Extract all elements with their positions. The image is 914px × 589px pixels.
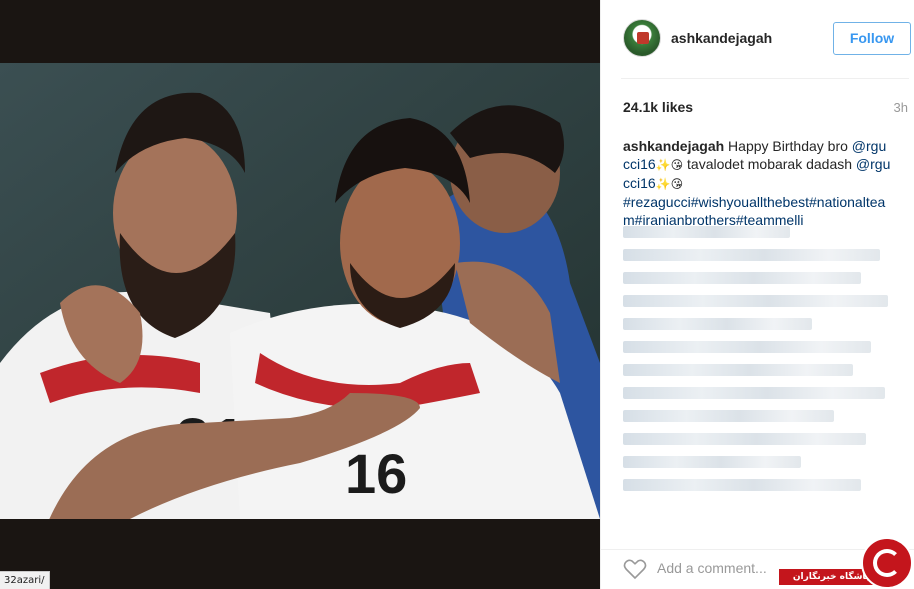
post-photo[interactable]: 21 16 bbox=[0, 63, 600, 519]
caption-hashtags[interactable]: #rezagucci#wishyouallthebest#nationaltea… bbox=[623, 194, 885, 228]
avatar-logo bbox=[637, 32, 649, 44]
caption-emoji: ✨😘 bbox=[655, 158, 684, 172]
caption-text: tavalodet mobarak dadash bbox=[683, 156, 856, 172]
caption-username[interactable]: ashkandejagah bbox=[623, 138, 724, 154]
avatar[interactable] bbox=[623, 19, 661, 57]
likes-count[interactable]: 24.1k likes bbox=[623, 99, 693, 115]
svg-text:16: 16 bbox=[345, 442, 407, 505]
blurred-comments bbox=[623, 226, 893, 526]
caption-text: Happy Birthday bro bbox=[724, 138, 852, 154]
header-divider bbox=[621, 78, 909, 79]
heart-icon[interactable] bbox=[623, 558, 647, 580]
follow-button[interactable]: Follow bbox=[833, 22, 911, 55]
caption-emoji: ✨😘 bbox=[655, 177, 684, 191]
post-caption: ashkandejagah Happy Birthday bro @rgucci… bbox=[623, 137, 893, 229]
post-sidebar: ashkandejagah Follow 24.1k likes 3h ashk… bbox=[600, 0, 914, 589]
watermark-emblem-icon bbox=[861, 537, 913, 589]
watermark-logo: باشگاه خبرنگاران bbox=[779, 537, 914, 589]
post-username[interactable]: ashkandejagah bbox=[671, 30, 772, 46]
post-header: ashkandejagah Follow bbox=[601, 0, 914, 78]
browser-status-url: 32azari/ bbox=[0, 571, 50, 589]
post-time[interactable]: 3h bbox=[894, 100, 908, 115]
post-media-area: 21 16 32azari/ bbox=[0, 0, 600, 589]
